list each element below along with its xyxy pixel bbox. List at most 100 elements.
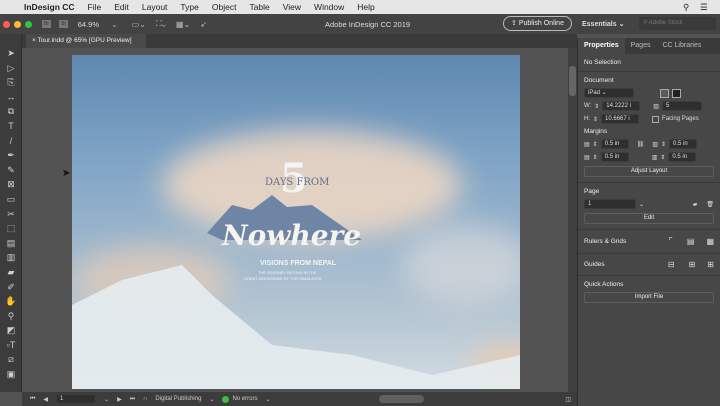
portrait-orientation-icon[interactable] [660,88,669,98]
rectangle-frame-tool-icon[interactable]: ⊠ [0,177,22,192]
stock-button[interactable]: St [59,20,68,28]
screen-mode-tool-icon[interactable]: ▣ [0,367,22,382]
chevron-down-icon[interactable]: ⌄ [111,20,118,29]
document-preset-select[interactable]: iPad ⌄ [584,88,634,98]
link-margins-icon[interactable]: ⛓ [637,141,645,148]
margin-left-field[interactable]: 0.5 in [669,139,698,149]
import-file-button[interactable]: Import File [584,292,714,303]
vertical-scrollbar[interactable] [568,48,577,392]
chevron-down-icon[interactable]: ⌄ [265,396,270,403]
smart-guides-icon[interactable]: ⊞ [707,260,714,269]
adobe-stock-search[interactable]: ⚲ Adobe Stock [639,17,716,30]
horizontal-scrollbar[interactable] [279,394,558,404]
width-field[interactable]: 14.2222 i [602,101,641,111]
split-window-icon[interactable]: ◫ [565,396,571,403]
gradient-feather-tool-icon[interactable]: ▥ [0,250,22,265]
page-number-field[interactable]: 1 [56,394,97,404]
minimize-window-button[interactable] [14,20,21,28]
margin-bottom-field[interactable]: 0.5 in [600,152,629,162]
lock-guides-icon[interactable]: ⊞ [689,260,696,269]
rulers-icon[interactable]: ⌜ [669,236,673,247]
facing-pages-checkbox[interactable] [652,115,660,123]
pasteboard[interactable]: 5 DAYS FROM Nowhere VISIONS FROM NEPAL T… [22,48,568,392]
list-icon[interactable]: ☰ [700,2,708,13]
next-page-icon[interactable]: ▶ [117,396,122,403]
formatting-affects-icon[interactable]: ▫T [0,338,22,353]
menu-table[interactable]: Table [249,2,269,12]
scissors-tool-icon[interactable]: ✂ [0,207,22,222]
menu-file[interactable]: File [88,2,102,12]
height-field[interactable]: 10.6667 i [601,114,640,124]
pen-tool-icon[interactable]: ✒ [0,148,22,163]
gradient-swatch-tool-icon[interactable]: ▤ [0,236,22,251]
direct-selection-tool-icon[interactable]: ▷ [0,61,22,76]
margin-right-field[interactable]: 0.5 in [668,152,697,162]
margin-top-field[interactable]: 0.5 in [600,139,629,149]
chevron-down-icon[interactable]: ⌄ [209,396,214,403]
document-grid-icon[interactable]: ▦ [706,237,714,246]
search-icon[interactable]: ⚲ [683,2,689,13]
previous-page-icon[interactable]: ◀ [43,396,48,403]
pages-count-field[interactable]: 5 [661,101,702,111]
app-menu[interactable]: InDesign CC [24,2,75,12]
preflight-status[interactable]: No errors [232,396,257,402]
rectangle-tool-icon[interactable]: ▭ [0,192,22,207]
line-tool-icon[interactable]: / [0,134,22,149]
document-tab[interactable]: × Tour.indd @ 65% [GPU Preview] [26,34,146,48]
menu-edit[interactable]: Edit [114,2,129,12]
chevron-down-icon[interactable]: ⌄ [639,201,644,208]
bridge-button[interactable]: Br [42,20,51,28]
landscape-orientation-icon[interactable] [672,88,681,98]
publish-rocket-icon[interactable]: ➶ [200,20,207,29]
menu-help[interactable]: Help [357,2,374,12]
edit-page-button[interactable]: Edit [584,213,714,224]
height-stepper[interactable]: ⇕ [593,116,598,123]
scroll-thumb[interactable] [569,66,576,96]
zoom-level[interactable]: 64.9% [78,20,99,29]
rulers-grids-label: Rulers & Grids [584,238,627,245]
intent-select[interactable]: Digital Publishing [155,396,201,402]
tab-cc-libraries[interactable]: CC Libraries [656,38,707,54]
maximize-window-button[interactable] [25,20,32,28]
zoom-tool-icon[interactable]: ⚲ [0,309,22,324]
close-window-button[interactable] [3,20,10,28]
new-page-icon[interactable]: ▰ [693,201,698,208]
hand-tool-icon[interactable]: ✋ [0,294,22,309]
menu-object[interactable]: Object [212,2,237,12]
show-guides-icon[interactable]: ⊟ [668,260,675,269]
adjust-layout-button[interactable]: Adjust Layout [584,166,714,177]
selection-tool-icon[interactable]: ➤ [0,46,22,61]
view-options-icon[interactable]: ▭⌄ [132,20,146,29]
publish-online-button[interactable]: ⇪ Publish Online [503,16,572,31]
eyedropper-tool-icon[interactable]: ✐ [0,280,22,295]
height-label: H: [584,116,590,122]
menu-view[interactable]: View [283,2,301,12]
free-transform-tool-icon[interactable]: ⬚ [0,221,22,236]
delete-page-icon[interactable]: 🗑 [706,201,714,208]
open-in-window-icon[interactable]: ∩ [143,396,147,402]
apply-none-icon[interactable]: ⧄ [0,352,22,367]
screen-mode-icon[interactable]: ⛶⌄ [156,19,166,29]
chevron-down-icon[interactable]: ⌄ [104,396,109,403]
content-collector-icon[interactable]: ⧉ [0,104,22,119]
page-tool-icon[interactable]: ⎘ [0,75,22,90]
arrange-icon[interactable]: ▦⌄ [176,20,190,29]
workspace-switcher[interactable]: Essentials ⌄ [582,20,624,28]
menu-window[interactable]: Window [314,2,344,12]
note-tool-icon[interactable]: ▰ [0,265,22,280]
document-page[interactable]: 5 DAYS FROM Nowhere VISIONS FROM NEPAL T… [72,55,520,389]
first-page-icon[interactable]: ⏮ [30,396,35,403]
type-tool-icon[interactable]: T [0,119,22,134]
menu-layout[interactable]: Layout [142,2,168,12]
fill-stroke-icon[interactable]: ◩ [0,323,22,338]
gap-tool-icon[interactable]: ↔ [0,90,22,105]
width-stepper[interactable]: ⇕ [594,103,599,110]
page-select[interactable]: 1 [584,199,636,209]
tab-properties[interactable]: Properties [578,38,625,54]
scroll-thumb[interactable] [378,395,424,403]
menu-type[interactable]: Type [180,2,198,12]
pencil-tool-icon[interactable]: ✎ [0,163,22,178]
baseline-grid-icon[interactable]: ▤ [687,237,695,246]
tab-pages[interactable]: Pages [625,38,657,54]
last-page-icon[interactable]: ⏭ [130,396,135,403]
